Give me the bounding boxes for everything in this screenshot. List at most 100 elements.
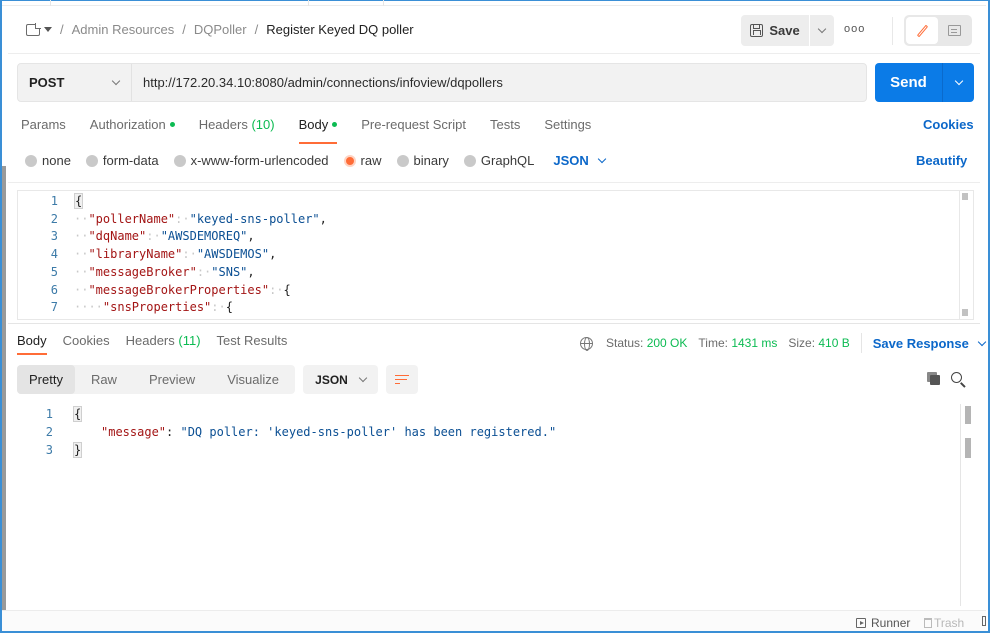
status-value: 200 OK [646, 336, 688, 350]
save-options-button[interactable] [810, 15, 834, 46]
comments-mode-button[interactable] [938, 17, 970, 44]
request-tabs: Params Authorization Headers (10) Body P… [21, 117, 615, 144]
radio-form-data[interactable]: form-data [85, 153, 159, 168]
body-language-select[interactable]: JSON [553, 153, 607, 168]
tab-body[interactable]: Body [298, 117, 338, 144]
caret-down-icon[interactable] [44, 27, 52, 32]
response-language-select[interactable]: JSON [303, 365, 378, 394]
radio-binary[interactable]: binary [396, 153, 449, 168]
chevron-down-icon [111, 76, 121, 86]
tab-headers[interactable]: Headers (10) [199, 117, 275, 141]
tab-strip [2, 0, 986, 6]
line-number: 3 [45, 443, 53, 457]
send-options-button[interactable] [943, 63, 974, 102]
view-preview[interactable]: Preview [133, 365, 211, 394]
status-dot [169, 122, 175, 128]
scrollbar[interactable] [960, 404, 976, 606]
save-button[interactable]: Save [741, 15, 809, 46]
radio-raw[interactable]: raw [343, 153, 382, 168]
runner-button[interactable]: Runner [856, 616, 910, 630]
view-raw[interactable]: Raw [75, 365, 133, 394]
chevron-down-icon [358, 373, 368, 383]
tab-response-cookies[interactable]: Cookies [63, 333, 110, 348]
radio-x-www-form-urlencoded[interactable]: x-www-form-urlencoded [173, 153, 329, 168]
trash-button[interactable]: Trash [924, 616, 964, 630]
save-group: Save [741, 15, 834, 46]
floppy-disk-icon [750, 24, 764, 37]
response-view-modes: Pretty Raw Preview Visualize [17, 365, 295, 394]
code-line: ····"snsProperties":·{ [74, 300, 233, 315]
line-number: 4 [50, 247, 58, 262]
code-line: { [74, 193, 84, 209]
chevron-down-icon [597, 154, 607, 164]
send-button-group: Send [875, 63, 974, 102]
divider [8, 53, 980, 54]
chevron-down-icon [954, 76, 963, 86]
cookies-link[interactable]: Cookies [923, 117, 974, 132]
status-bar: Runner Trash [2, 610, 986, 631]
response-tabs: Body Cookies Headers (11) Test Results [17, 333, 303, 355]
request-name[interactable]: Register Keyed DQ poller [266, 22, 413, 37]
divider [8, 182, 980, 183]
line-number: 3 [50, 229, 58, 244]
chevron-down-icon [977, 337, 987, 346]
body-type-options: none form-data x-www-form-urlencoded raw… [25, 153, 607, 168]
pane-splitter[interactable] [8, 323, 980, 324]
line-number: 2 [50, 211, 58, 226]
status-dot [332, 122, 338, 128]
pencil-icon [916, 24, 928, 37]
request-body-editor[interactable]: 1 {2 ··"pollerName":·"keyed-sns-poller", 3 ·… [17, 190, 974, 320]
headers-count: (10) [251, 117, 275, 132]
size[interactable]: Size: 410 B [788, 336, 849, 350]
time[interactable]: Time: 1431 ms [698, 336, 777, 350]
panel-toggle-icon[interactable] [982, 616, 986, 626]
tab-pre-request-script[interactable]: Pre-request Script [361, 117, 466, 141]
tab-test-results[interactable]: Test Results [217, 333, 288, 348]
code-line: ··"libraryName":·"AWSDEMOS", [74, 247, 277, 262]
line-number: 7 [50, 300, 58, 315]
save-response-button[interactable]: Save Response [873, 336, 987, 351]
time-value: 1431 ms [731, 336, 778, 350]
breadcrumb-item[interactable]: Admin Resources [72, 22, 175, 37]
wrap-lines-button[interactable] [386, 365, 418, 394]
view-pretty[interactable]: Pretty [17, 365, 75, 394]
code-line: "message": "DQ poller: 'keyed-sns-poller… [101, 425, 557, 439]
breadcrumb-item[interactable]: DQPoller [194, 22, 247, 37]
globe-icon[interactable] [580, 336, 593, 351]
tab-tests[interactable]: Tests [490, 117, 520, 141]
code-line: ··"messageBrokerProperties":·{ [74, 282, 291, 297]
code-line: ··"pollerName":·"keyed-sns-poller", [74, 211, 327, 226]
more-actions-button[interactable]: ooo [844, 23, 865, 35]
comment-icon [947, 25, 961, 36]
url-input[interactable]: http://172.20.34.10:8080/admin/connectio… [132, 64, 503, 101]
code-line: { [73, 406, 83, 422]
send-button[interactable]: Send [875, 63, 943, 102]
line-number: 1 [45, 407, 53, 421]
wrap-lines-icon [395, 374, 409, 385]
response-body-viewer[interactable]: 1 {2 "message": "DQ poller: 'keyed-sns-pol… [8, 404, 976, 606]
view-visualize[interactable]: Visualize [211, 365, 295, 394]
edit-mode-button[interactable] [906, 17, 938, 44]
view-mode-toggle [904, 15, 972, 46]
tab-authorization[interactable]: Authorization [90, 117, 175, 141]
tab-response-body[interactable]: Body [17, 333, 47, 355]
copy-icon[interactable] [927, 372, 940, 385]
request-header: / Admin Resources / DQPoller / Register … [8, 12, 980, 52]
response-meta: Status: 200 OK Time: 1431 ms Size: 410 B… [580, 333, 987, 353]
request-bar: POST http://172.20.34.10:8080/admin/conn… [17, 63, 867, 102]
scrollbar[interactable] [959, 191, 969, 319]
collection-icon[interactable] [26, 22, 41, 36]
method-select[interactable]: POST [18, 64, 132, 101]
headers-count: (11) [178, 333, 201, 348]
divider [860, 333, 862, 353]
left-sidebar-edge[interactable] [2, 166, 6, 616]
line-number: 1 [50, 194, 58, 208]
search-icon[interactable] [951, 372, 962, 383]
tab-params[interactable]: Params [21, 117, 66, 141]
radio-graphql[interactable]: GraphQL [463, 153, 534, 168]
radio-none[interactable]: none [25, 153, 71, 168]
tab-settings[interactable]: Settings [544, 117, 591, 141]
tab-response-headers[interactable]: Headers (11) [126, 333, 201, 348]
beautify-link[interactable]: Beautify [916, 153, 967, 168]
status[interactable]: Status: 200 OK [606, 336, 687, 350]
